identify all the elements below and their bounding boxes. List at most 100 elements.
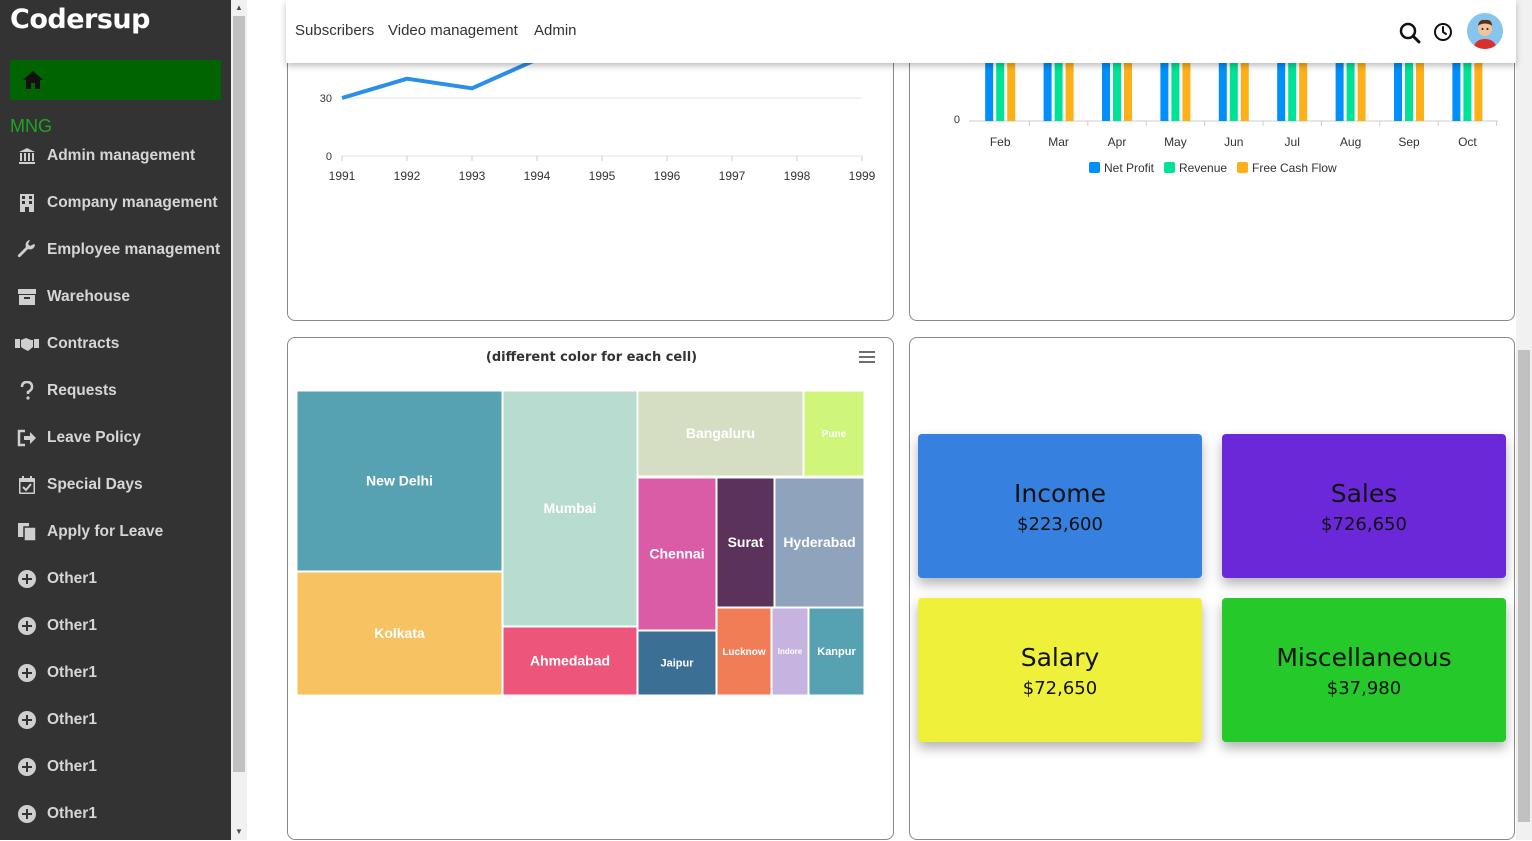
legend-label: Net Profit bbox=[1104, 161, 1155, 175]
sidebar-item-label: Admin management bbox=[47, 147, 196, 164]
treemap-cell[interactable]: Pune bbox=[803, 390, 865, 477]
stat-value: $37,980 bbox=[1326, 678, 1402, 699]
stat-value: $726,650 bbox=[1321, 514, 1407, 535]
top-navbar: Subscribers Video management Admin bbox=[286, 0, 1516, 63]
x-tick-label: Mar bbox=[1048, 135, 1069, 149]
stat-sales[interactable]: Sales $726,650 bbox=[1222, 434, 1506, 578]
sidebar-item-special-days[interactable]: Special Days bbox=[0, 465, 231, 505]
x-tick-label: 1997 bbox=[719, 169, 746, 183]
nav-link-subscribers[interactable]: Subscribers bbox=[295, 22, 374, 39]
x-tick-label: Oct bbox=[1458, 135, 1477, 149]
treemap-cell[interactable]: Kanpur bbox=[808, 607, 865, 696]
treemap-card: (different color for each cell) New Delh… bbox=[287, 337, 894, 840]
treemap-cell[interactable]: Mumbai bbox=[502, 390, 638, 627]
sidebar-item-label: Other1 bbox=[47, 570, 97, 587]
treemap-chart: New Delhi Kolkata Mumbai Ahmedabad Bangaluru… bbox=[296, 390, 865, 696]
x-tick-label: Apr bbox=[1108, 135, 1127, 149]
treemap-cell-label: Lucknow bbox=[722, 647, 766, 658]
stat-miscellaneous[interactable]: Miscellaneous $37,980 bbox=[1222, 598, 1506, 742]
search-icon[interactable] bbox=[1399, 22, 1421, 44]
x-tick-label: 1998 bbox=[784, 169, 811, 183]
copy-icon bbox=[15, 520, 39, 544]
stat-value: $223,600 bbox=[1017, 514, 1103, 535]
legend-swatch bbox=[1089, 162, 1100, 173]
sidebar-item-label: Special Days bbox=[47, 476, 143, 493]
x-tick-label: 1994 bbox=[524, 169, 551, 183]
sidebar-item-other1[interactable]: Other1 bbox=[0, 606, 231, 646]
x-tick-label: Feb bbox=[990, 135, 1011, 149]
nav-link-video-management[interactable]: Video management bbox=[388, 22, 518, 39]
page-scrollbar-thumb[interactable] bbox=[1518, 350, 1530, 822]
treemap-cell[interactable]: Surat bbox=[716, 477, 775, 608]
sidebar-scrollbar-thumb[interactable] bbox=[233, 16, 245, 772]
treemap-cell[interactable]: Jaipur bbox=[637, 630, 717, 696]
legend-label: Revenue bbox=[1179, 161, 1227, 175]
section-label: MNG bbox=[10, 116, 52, 136]
plus-circle-icon bbox=[15, 614, 39, 638]
x-tick-label: Aug bbox=[1340, 135, 1361, 149]
treemap-cell-label: Bangaluru bbox=[686, 425, 755, 441]
treemap-cell[interactable]: Indore bbox=[771, 607, 809, 696]
scroll-down-icon[interactable]: ▼ bbox=[231, 824, 247, 840]
x-tick-label: 1995 bbox=[589, 169, 616, 183]
sidebar-item-employee-management[interactable]: Employee management bbox=[0, 230, 231, 270]
stat-salary[interactable]: Salary $72,650 bbox=[918, 598, 1202, 742]
stat-income[interactable]: Income $223,600 bbox=[918, 434, 1202, 578]
home-button[interactable] bbox=[10, 60, 221, 100]
treemap-cell[interactable]: Lucknow bbox=[716, 607, 772, 696]
x-tick-label: 1999 bbox=[849, 169, 876, 183]
sidebar-item-warehouse[interactable]: Warehouse bbox=[0, 277, 231, 317]
sidebar-item-label: Employee management bbox=[47, 241, 221, 258]
scroll-up-icon[interactable]: ▲ bbox=[231, 0, 247, 16]
treemap-cell-label: Hyderabad bbox=[783, 534, 855, 550]
sidebar-item-other1[interactable]: Other1 bbox=[0, 747, 231, 787]
home-icon bbox=[23, 71, 43, 89]
sidebar-item-other1[interactable]: Other1 bbox=[0, 700, 231, 740]
wrench-icon bbox=[15, 238, 39, 262]
sidebar-item-label: Company management bbox=[47, 194, 218, 211]
x-tick-label: Jun bbox=[1224, 135, 1243, 149]
archive-icon bbox=[15, 285, 39, 309]
x-tick-label: 1991 bbox=[329, 169, 356, 183]
treemap-cell-label: Kolkata bbox=[374, 625, 425, 641]
sidebar-item-company-management[interactable]: Company management bbox=[0, 183, 231, 223]
sidebar-item-admin-management[interactable]: Admin management bbox=[0, 136, 231, 176]
treemap-cell-label: New Delhi bbox=[366, 473, 433, 489]
legend-swatch bbox=[1237, 162, 1248, 173]
sidebar-item-other1[interactable]: Other1 bbox=[0, 653, 231, 693]
nav-link-admin[interactable]: Admin bbox=[534, 22, 577, 39]
treemap-cell-label: Indore bbox=[778, 647, 803, 656]
sidebar-item-requests[interactable]: Requests bbox=[0, 371, 231, 411]
clock-icon[interactable] bbox=[1433, 22, 1453, 42]
sidebar-item-other1[interactable]: Other1 bbox=[0, 559, 231, 599]
sidebar-item-label: Contracts bbox=[47, 335, 120, 352]
treemap-cell-label: Ahmedabad bbox=[530, 653, 610, 669]
sidebar-item-apply-for-leave[interactable]: Apply for Leave bbox=[0, 512, 231, 552]
sidebar-item-leave-policy[interactable]: Leave Policy bbox=[0, 418, 231, 458]
question-icon bbox=[15, 379, 39, 403]
plus-circle-icon bbox=[15, 708, 39, 732]
sidebar-item-other1[interactable]: Other1 bbox=[0, 794, 231, 834]
treemap-cell[interactable]: Chennai bbox=[637, 477, 717, 631]
y-tick-label: 0 bbox=[326, 151, 332, 163]
treemap-cell[interactable]: Bangaluru bbox=[637, 390, 804, 477]
treemap-cell[interactable]: Hyderabad bbox=[774, 477, 865, 608]
legend-item[interactable]: Revenue bbox=[1164, 161, 1227, 175]
treemap-cell-label: Jaipur bbox=[660, 658, 694, 670]
treemap-cell[interactable]: Ahmedabad bbox=[502, 626, 638, 696]
treemap-cell[interactable]: New Delhi bbox=[296, 390, 503, 572]
treemap-cell[interactable]: Kolkata bbox=[296, 571, 503, 696]
stats-card: Income $223,600 Sales $726,650 Salary $7… bbox=[909, 337, 1515, 840]
sidebar-item-label: Other1 bbox=[47, 711, 97, 728]
legend-item[interactable]: Net Profit bbox=[1089, 161, 1155, 175]
legend-item[interactable]: Free Cash Flow bbox=[1237, 161, 1337, 175]
stat-title: Sales bbox=[1330, 479, 1398, 508]
sign-out-icon bbox=[15, 426, 39, 450]
sidebar-item-label: Leave Policy bbox=[47, 429, 141, 446]
treemap-cell-label: Surat bbox=[728, 534, 764, 550]
sidebar-item-label: Other1 bbox=[47, 617, 97, 634]
brand-logo[interactable]: Codersup bbox=[10, 4, 150, 35]
avatar[interactable] bbox=[1467, 13, 1503, 49]
sidebar-item-contracts[interactable]: Contracts bbox=[0, 324, 231, 364]
sidebar-item-label: Requests bbox=[47, 382, 117, 399]
